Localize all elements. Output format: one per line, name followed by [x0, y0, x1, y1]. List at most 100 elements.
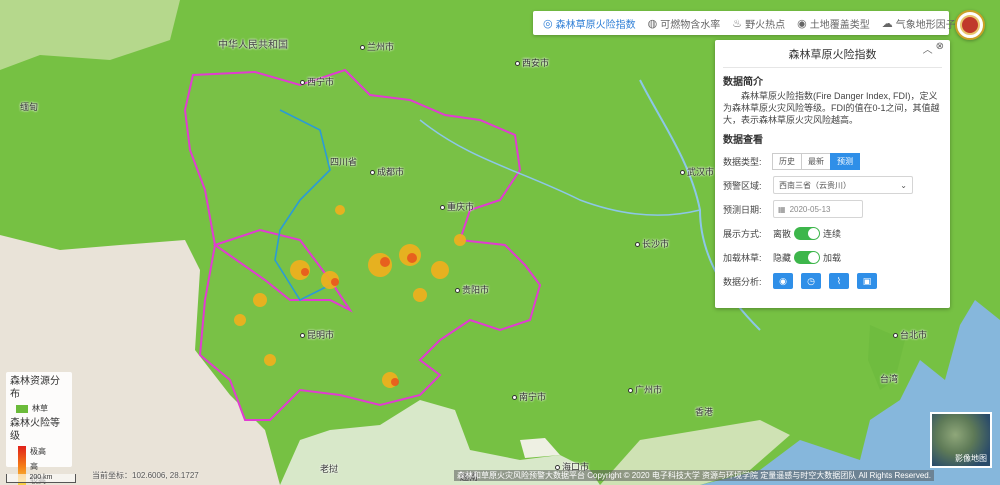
fire-icon: ♨: [732, 17, 743, 30]
data-type-segmented: 历史 最新 预测: [772, 152, 860, 170]
forest-swatch: [16, 404, 28, 413]
city-dot-icon: [628, 388, 633, 394]
tab-label: 气象地形因子: [895, 19, 956, 31]
close-icon[interactable]: ⊗: [936, 41, 944, 56]
panel-title: 森林草原火险指数: [788, 48, 877, 61]
city-dot-icon: [360, 45, 365, 51]
scale-bar: 200 km: [6, 474, 76, 483]
region-select[interactable]: 西南三省（云贵川） ⌄: [773, 176, 913, 194]
map-place-label: 中华人民共和国: [218, 36, 288, 51]
city-dot-icon: [455, 288, 460, 294]
city-dot-icon: [300, 80, 305, 86]
data-type-option-0[interactable]: 历史: [772, 152, 802, 170]
place-name: 中华人民共和国: [218, 40, 288, 51]
tab-label: 可燃物含水率: [660, 19, 721, 31]
map-legend: 森林资源分布 林草 森林火险等级 极高 高 较高: [6, 372, 72, 485]
legend-level-1: 高: [30, 461, 38, 471]
analysis-label: 数据分析:: [723, 276, 762, 287]
place-name: 重庆市: [447, 202, 475, 212]
intro-heading: 数据简介: [723, 77, 763, 88]
forest-off-label: 隐藏: [773, 252, 792, 263]
display-on-label: 连续: [823, 228, 842, 239]
map-app: 中华人民共和国 西宁市 兰州市 西安市 四川省 成都市 重庆市 武汉市 长沙市 贵阳市 昆明市 南宁市…: [0, 0, 1000, 485]
calendar-icon: ▦: [778, 204, 786, 214]
grid-icon: ▣: [862, 275, 872, 286]
map-place-label: 老挝: [320, 462, 338, 475]
legend-level-0: 极高: [30, 447, 46, 456]
analysis-row: 数据分析: ◉ ◷ ⌇ ▣: [723, 272, 942, 290]
map-place-label: 缅甸: [20, 100, 38, 113]
minimap-label: 影像地图: [955, 454, 987, 463]
display-label: 展示方式:: [723, 228, 762, 239]
region-label: 预警区域:: [723, 180, 762, 191]
top-nav: ◎ 森林草原火险指数 ◍ 可燃物含水率 ♨ 野火热点 ◉ 土地覆盖类型 ☁ 气象地形因子: [533, 11, 956, 35]
map-place-label: 武汉市: [680, 165, 714, 178]
place-name: 兰州市: [367, 42, 395, 52]
stats-button[interactable]: ▣: [857, 273, 877, 289]
tab-label: 森林草原火险指数: [555, 19, 636, 31]
line-chart-icon: ⌇: [836, 275, 842, 286]
logo-badge[interactable]: [955, 10, 985, 40]
place-name: 广州市: [635, 385, 663, 395]
tab-1[interactable]: ◍ 可燃物含水率: [642, 11, 727, 35]
map-place-label: 长沙市: [635, 237, 669, 250]
city-dot-icon: [635, 242, 640, 248]
trend-chart-button[interactable]: ⌇: [829, 273, 849, 289]
tab-0[interactable]: ◎ 森林草原火险指数: [537, 11, 642, 35]
map-place-label: 西宁市: [300, 75, 334, 88]
map-place-label: 贵阳市: [455, 283, 489, 296]
date-input[interactable]: ▦ 2020-05-13: [773, 200, 863, 218]
eye-icon: ◉: [779, 275, 787, 286]
place-name: 贵阳市: [462, 285, 490, 295]
place-name: 长沙市: [642, 239, 670, 249]
map-place-label: 西安市: [515, 56, 549, 69]
data-type-option-2[interactable]: 预测: [830, 152, 860, 170]
display-toggle[interactable]: [794, 226, 821, 240]
map-place-label: 成都市: [370, 165, 404, 178]
map-place-label: 兰州市: [360, 40, 394, 53]
chevron-down-icon: ⌄: [900, 180, 907, 190]
city-dot-icon: [680, 170, 685, 176]
region-value: 西南三省（云贵川）: [779, 180, 851, 190]
data-type-label: 数据类型:: [723, 156, 762, 167]
place-name: 台北市: [900, 330, 928, 340]
place-name: 四川省: [330, 157, 358, 167]
tab-label: 土地覆盖类型: [809, 19, 870, 31]
imagery-minimap[interactable]: 影像地图: [930, 412, 992, 468]
place-name: 台湾: [880, 374, 899, 384]
place-name: 老挝: [320, 464, 339, 474]
map-place-label: 南宁市: [512, 390, 546, 403]
place-name: 武汉市: [687, 167, 715, 177]
forest-row: 加载林草: 隐藏 加载: [723, 248, 942, 266]
forest-toggle[interactable]: [794, 250, 821, 264]
place-name: 香港: [695, 407, 714, 417]
tab-2[interactable]: ♨ 野火热点: [726, 11, 791, 35]
city-dot-icon: [440, 205, 445, 211]
place-name: 西安市: [522, 58, 550, 68]
legend-forest-title: 森林资源分布: [10, 376, 60, 400]
cloud-icon: ☁: [881, 17, 893, 30]
tab-label: 野火热点: [745, 19, 786, 31]
tab-3[interactable]: ◉ 土地覆盖类型: [791, 11, 876, 35]
copyright-footer: 森林和草原火灾风险预警大数据平台 Copyright © 2020 电子科技大学…: [454, 470, 934, 481]
tab-4[interactable]: ☁ 气象地形因子: [876, 11, 962, 35]
history-button[interactable]: ◷: [801, 273, 821, 289]
legend-fire-title: 森林火险等级: [10, 418, 60, 442]
forest-label: 加载林草:: [723, 252, 762, 263]
city-dot-icon: [515, 61, 520, 67]
forest-on-label: 加载: [823, 252, 842, 263]
map-place-label: 台北市: [893, 328, 927, 341]
drop-icon: ◍: [647, 17, 658, 30]
date-row: 预测日期: ▦ 2020-05-13: [723, 200, 942, 218]
intro-text: 森林草原火险指数(Fire Danger Index, FDI)，定义为森林草原…: [723, 91, 940, 125]
date-label: 预测日期:: [723, 204, 762, 215]
display-off-label: 离散: [773, 228, 792, 239]
view-eye-button[interactable]: ◉: [773, 273, 793, 289]
data-type-option-1[interactable]: 最新: [801, 152, 831, 170]
map-place-label: 重庆市: [440, 200, 474, 213]
globe-icon: ◎: [543, 17, 553, 30]
collapse-icon[interactable]: ︿: [923, 41, 933, 56]
place-name: 南宁市: [519, 392, 547, 402]
place-name: 西宁市: [307, 77, 335, 87]
legend-forest-item: 林草: [16, 403, 68, 414]
